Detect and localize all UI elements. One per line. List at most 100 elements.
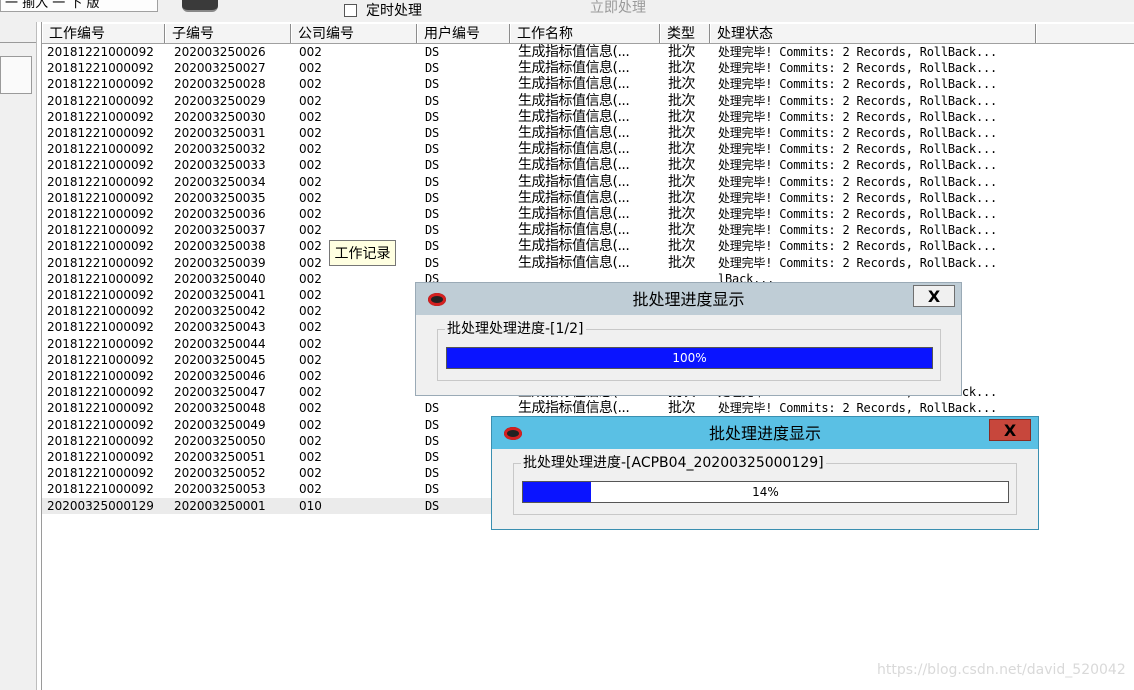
cell-job: 20181221000092	[47, 109, 154, 124]
cell-company: 002	[299, 320, 322, 335]
cell-sub: 202003250039	[174, 255, 266, 270]
cell-company: 002	[299, 142, 322, 157]
cell-sub: 202003250034	[174, 174, 266, 189]
cell-sub: 202003250044	[174, 336, 266, 351]
table-row[interactable]: 20181221000092 202003250035 002 DS 生成指标值信息(.…	[42, 190, 1134, 206]
table-row[interactable]: 20181221000092 202003250048 002 DS 生成指标值信息(.…	[42, 400, 1134, 416]
cell-company: 002	[299, 466, 322, 481]
table-row[interactable]: 20181221000092 202003250027 002 DS 生成指标值信息(.…	[42, 60, 1134, 76]
cell-company: 002	[299, 61, 322, 76]
schedule-checkbox[interactable]: 定时处理	[344, 1, 422, 19]
cell-company: 002	[299, 190, 322, 205]
cell-user: DS	[425, 498, 440, 513]
cell-job: 20181221000092	[47, 482, 154, 497]
cell-status: 处理完毕! Commits: 2 Records, RollBack...	[718, 223, 998, 238]
cell-status: 处理完毕! Commits: 2 Records, RollBack...	[718, 109, 998, 124]
cell-status: 处理完毕! Commits: 2 Records, RollBack...	[718, 190, 998, 205]
close-button[interactable]: X	[989, 419, 1031, 441]
cell-job: 20181221000092	[47, 207, 154, 221]
cell-sub: 202003250041	[174, 288, 266, 302]
dialog-title: 批处理进度显示	[708, 424, 821, 443]
column-header-sub-id[interactable]: 子编号	[165, 24, 291, 43]
cell-company: 002	[299, 109, 322, 124]
column-header-user-id[interactable]: 用户编号	[417, 24, 510, 43]
cell-name: 生成指标值信息(...	[518, 44, 630, 60]
table-row[interactable]: 20181221000092 202003250036 002 DS 生成指标值信息(.…	[42, 206, 1134, 222]
table-row[interactable]: 20181221000092 202003250034 002 DS 生成指标值信息(.…	[42, 174, 1134, 190]
cell-type: 批次	[668, 254, 695, 271]
cell-sub: 202003250033	[174, 158, 266, 173]
cell-job: 20181221000092	[47, 45, 154, 59]
cell-job: 20181221000092	[47, 352, 154, 367]
checkbox-box[interactable]	[344, 3, 357, 17]
cell-type: 批次	[668, 189, 695, 206]
cell-type: 批次	[668, 76, 695, 93]
cell-user: DS	[425, 239, 440, 254]
cell-job: 20181221000092	[47, 77, 154, 92]
cell-user: DS	[425, 142, 440, 157]
cell-type: 批次	[668, 157, 695, 174]
cell-name: 生成指标值信息(...	[518, 173, 630, 190]
column-header-job-id[interactable]: 工作编号	[42, 24, 165, 43]
table-row[interactable]: 20181221000092 202003250038 002 DS 生成指标值信息(.…	[42, 238, 1134, 254]
cell-type: 批次	[668, 125, 695, 141]
cell-job: 20181221000092	[47, 304, 154, 319]
progress-percent: 14%	[752, 485, 779, 499]
cell-job: 20181221000092	[47, 320, 154, 335]
cell-name: 生成指标值信息(...	[518, 60, 630, 77]
cell-sub: 202003250028	[174, 77, 266, 92]
cell-name: 生成指标值信息(...	[518, 206, 630, 222]
progress-bar: 14%	[522, 481, 1009, 503]
column-header-job-name[interactable]: 工作名称	[510, 24, 660, 43]
table-row[interactable]: 20200325000129 202003250001 010 DS	[42, 497, 525, 514]
progress-group: 批处理处理进度-[ACPB04_20200325000129] 14%	[513, 453, 1017, 515]
cell-user: DS	[425, 401, 440, 416]
cell-name: 生成指标值信息(...	[518, 125, 630, 141]
table-row[interactable]: 20181221000092 202003250028 002 DS 生成指标值信息(.…	[42, 76, 1134, 92]
progress-dialog-overall: 批处理进度显示 X 批处理处理进度-[1/2] 100%	[415, 282, 962, 396]
cell-type: 批次	[668, 400, 695, 417]
column-header-status[interactable]: 处理状态	[710, 24, 1036, 43]
cell-user: DS	[425, 482, 440, 497]
cell-sub: 202003250037	[174, 223, 266, 238]
dialog-title-bar[interactable]: 批处理进度显示 X	[492, 417, 1038, 449]
dialog-title-bar[interactable]: 批处理进度显示 X	[416, 283, 961, 315]
table-row[interactable]: 20181221000092 202003250026 002 DS 生成指标值信息(.…	[42, 44, 1134, 60]
cell-sub: 202003250032	[174, 142, 266, 157]
cell-job: 20181221000092	[47, 223, 154, 238]
column-header-company-id[interactable]: 公司编号	[291, 24, 417, 43]
cell-company: 002	[299, 369, 322, 383]
cell-company: 002	[299, 304, 322, 319]
cell-company: 002	[299, 401, 322, 416]
cell-status: 处理完毕! Commits: 2 Records, RollBack...	[718, 207, 998, 221]
cell-company: 002	[299, 223, 322, 238]
cell-company: 002	[299, 417, 322, 432]
cell-name: 生成指标值信息(...	[518, 92, 630, 109]
close-button[interactable]: X	[913, 285, 955, 307]
progress-group-label: 批处理处理进度-[ACPB04_20200325000129]	[521, 453, 826, 473]
cell-job: 20181221000092	[47, 190, 154, 205]
cell-name: 生成指标值信息(...	[518, 76, 630, 93]
cell-user: DS	[425, 417, 440, 432]
toolbar-tool-icon[interactable]	[182, 0, 218, 12]
left-pane-button[interactable]	[0, 56, 32, 94]
run-now-button[interactable]: 立即处理	[590, 0, 646, 17]
cell-sub: 202003250036	[174, 207, 266, 221]
cell-company: 002	[299, 385, 322, 400]
cell-company: 002	[299, 174, 322, 189]
cell-name: 生成指标值信息(...	[518, 222, 630, 239]
cell-company: 002	[299, 433, 322, 448]
left-pane	[0, 22, 37, 690]
table-row[interactable]: 20181221000092 202003250033 002 DS 生成指标值信息(.…	[42, 157, 1134, 173]
table-row[interactable]: 20181221000092 202003250039 002 DS 生成指标值信息(.…	[42, 255, 1134, 271]
table-row[interactable]: 20181221000092 202003250031 002 DS 生成指标值信息(.…	[42, 125, 1134, 141]
cell-sub: 202003250042	[174, 304, 266, 319]
column-header-type[interactable]: 类型	[660, 24, 710, 43]
table-row[interactable]: 20181221000092 202003250030 002 DS 生成指标值信息(.…	[42, 109, 1134, 125]
table-row[interactable]: 20181221000092 202003250032 002 DS 生成指标值信息(.…	[42, 141, 1134, 157]
toolbar-upload-button[interactable]: 一 揃入 一 下 版	[0, 0, 158, 12]
table-row[interactable]: 20181221000092 202003250029 002 DS 生成指标值信息(.…	[42, 93, 1134, 109]
cell-job: 20181221000092	[47, 450, 154, 464]
cell-user: DS	[425, 174, 440, 189]
table-row[interactable]: 20181221000092 202003250037 002 DS 生成指标值信息(.…	[42, 222, 1134, 238]
